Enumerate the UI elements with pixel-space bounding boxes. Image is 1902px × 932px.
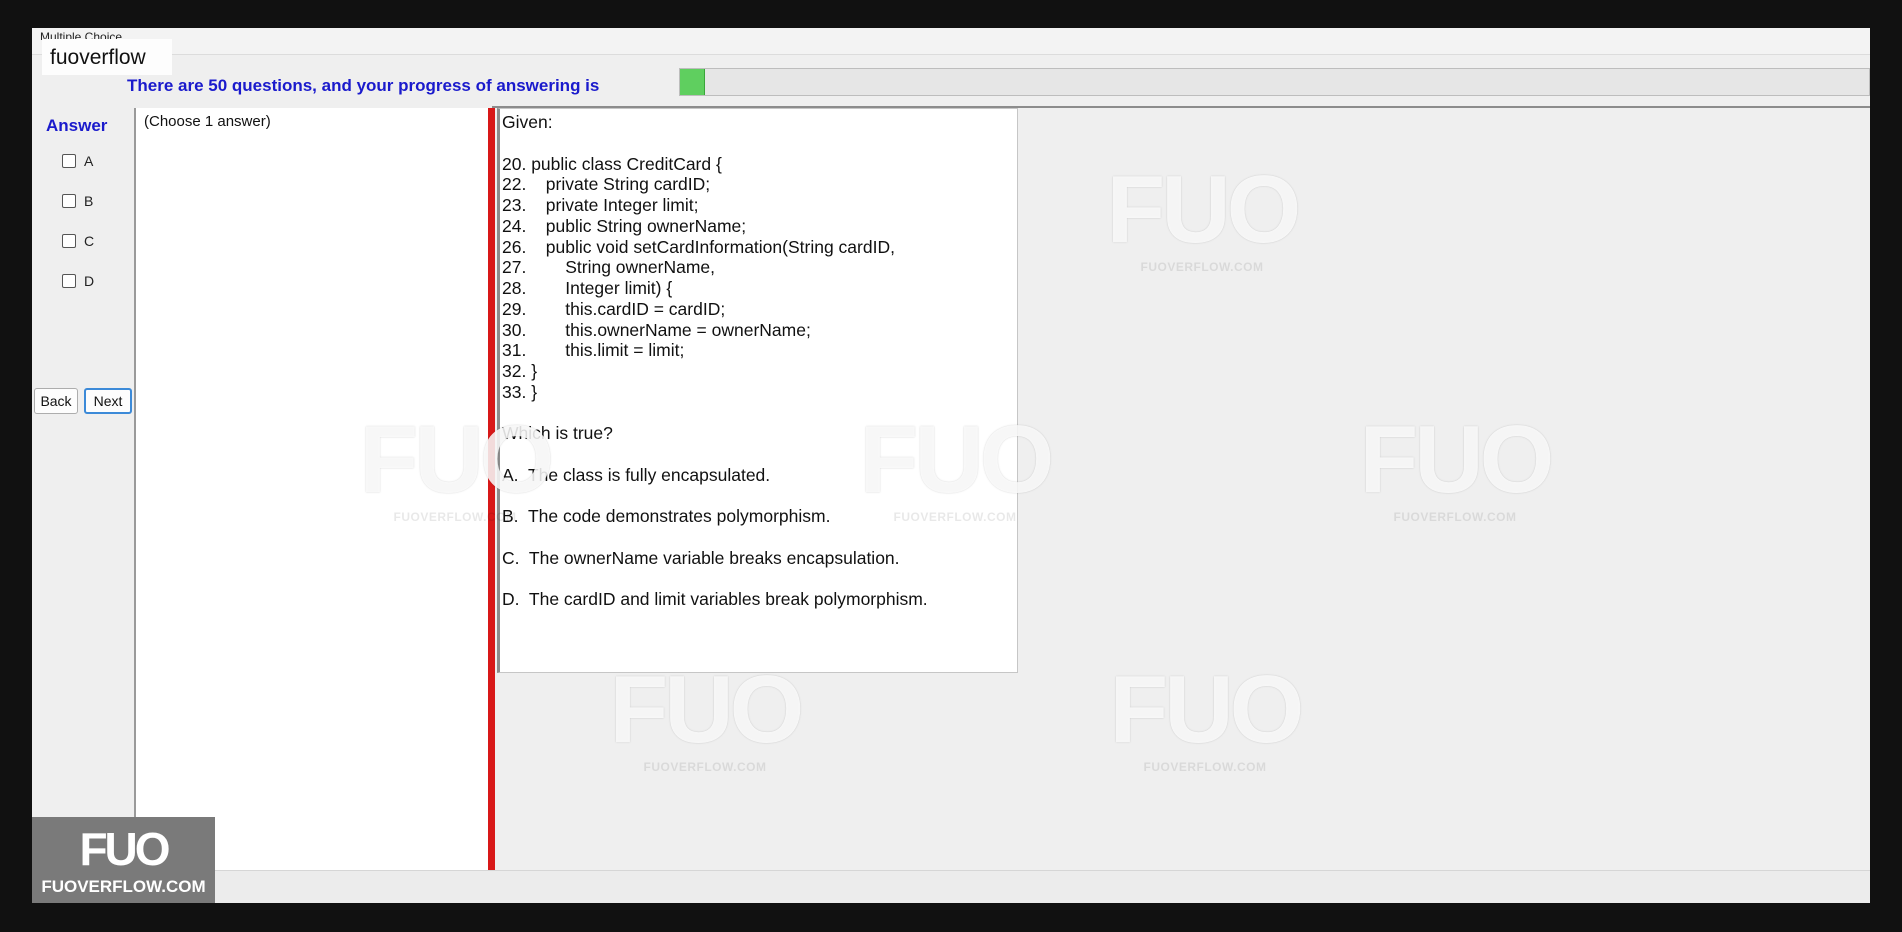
progress-bar-fill [680, 69, 705, 95]
watermark-logo: FUO [859, 406, 1055, 513]
watermark-logo: FUO [1359, 406, 1555, 513]
watermark-logo: FUO [1109, 656, 1305, 763]
app-window: Multiple Choice fuoverflow There are 50 … [32, 28, 1870, 903]
title-bar: Multiple Choice [32, 28, 1870, 55]
choose-hint: (Choose 1 answer) [144, 113, 271, 130]
back-button[interactable]: Back [34, 388, 78, 414]
question-panel: Given: 20. public class CreditCard { 22.… [497, 108, 1018, 673]
brand-name: fuoverflow [50, 46, 146, 69]
watermark-logo: FUO [1106, 156, 1302, 263]
option-c-checkbox[interactable]: C [62, 232, 94, 250]
option-d-label: D [84, 273, 95, 289]
checkbox-d[interactable] [62, 274, 76, 288]
badge-logo: FUO [79, 823, 170, 875]
checkbox-c[interactable] [62, 234, 76, 248]
brand-label-box: fuoverflow [42, 39, 172, 75]
watermark: FUO FUOVERFLOW.COM [1097, 160, 1307, 300]
checkbox-b[interactable] [62, 194, 76, 208]
checkbox-a[interactable] [62, 154, 76, 168]
watermark: FUO FUOVERFLOW.COM [1350, 410, 1560, 550]
option-c-label: C [84, 233, 95, 249]
watermark: FUO FUOVERFLOW.COM [850, 410, 1060, 550]
watermark: FUO FUOVERFLOW.COM [350, 410, 560, 550]
badge-text: FUOVERFLOW.COM [41, 877, 206, 896]
watermark-logo: FUO [359, 406, 555, 513]
watermark: FUO FUOVERFLOW.COM [1100, 660, 1310, 800]
watermark: FUO FUOVERFLOW.COM [600, 660, 810, 800]
option-b-checkbox[interactable]: B [62, 192, 93, 210]
option-a-label: A [84, 153, 94, 169]
answer-heading: Answer [46, 116, 108, 135]
progress-bar [679, 68, 1870, 96]
option-b-label: B [84, 193, 94, 209]
next-button[interactable]: Next [84, 388, 132, 414]
status-bar [32, 870, 1870, 903]
option-a-checkbox[interactable]: A [62, 152, 93, 170]
watermark-logo: FUO [609, 656, 805, 763]
watermark-badge: FUO FUOVERFLOW.COM [32, 817, 215, 903]
progress-label: There are 50 questions, and your progres… [127, 76, 600, 95]
option-d-checkbox[interactable]: D [62, 272, 94, 290]
